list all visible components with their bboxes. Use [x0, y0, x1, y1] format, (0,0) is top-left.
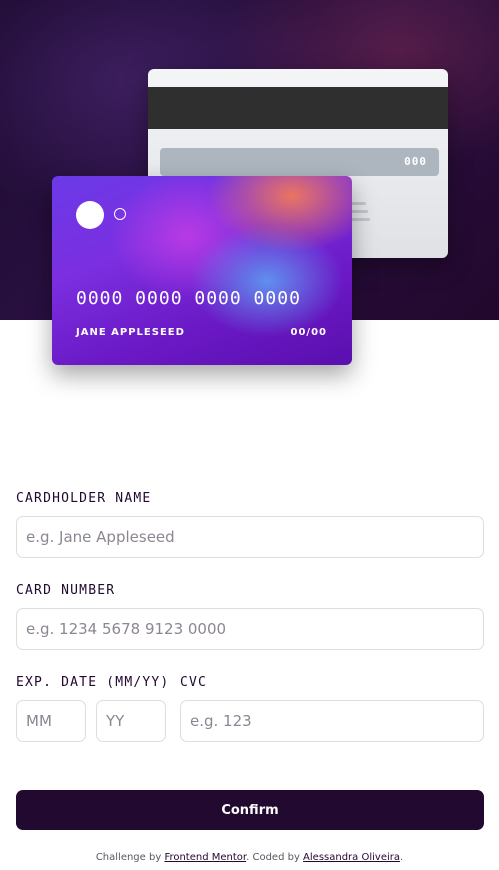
footer-suffix: . — [400, 852, 404, 863]
magnetic-stripe — [148, 87, 448, 129]
card-front: 0000 0000 0000 0000 JANE APPLESEED 00/00 — [52, 176, 352, 365]
signature-strip: 000 — [160, 148, 439, 176]
exp-month-input[interactable] — [16, 700, 86, 742]
author-link[interactable]: Alessandra Oliveira — [303, 852, 400, 863]
footer-middle: . Coded by — [246, 852, 304, 863]
cardholder-label: CARDHOLDER NAME — [16, 491, 152, 506]
frontend-mentor-link[interactable]: Frontend Mentor — [164, 852, 246, 863]
card-logo-circle-icon — [76, 201, 104, 229]
cardholder-name-input[interactable] — [16, 516, 484, 558]
card-number-input[interactable] — [16, 608, 484, 650]
confirm-button[interactable]: Confirm — [16, 790, 484, 830]
exp-year-input[interactable] — [96, 700, 166, 742]
card-cvc: 000 — [404, 155, 427, 168]
card-number-display: 0000 0000 0000 0000 — [76, 288, 301, 309]
card-number-label: CARD NUMBER — [16, 583, 116, 598]
card-expiry-display: 00/00 — [290, 327, 327, 338]
cvc-input[interactable] — [180, 700, 484, 742]
exp-date-label: EXP. DATE (MM/YY) — [16, 675, 170, 690]
attribution-footer: Challenge by Frontend Mentor. Coded by A… — [0, 852, 499, 863]
card-logo-ring-icon — [114, 208, 126, 220]
footer-prefix: Challenge by — [95, 852, 165, 863]
card-holder-display: JANE APPLESEED — [76, 327, 185, 338]
cvc-label: CVC — [180, 675, 208, 690]
